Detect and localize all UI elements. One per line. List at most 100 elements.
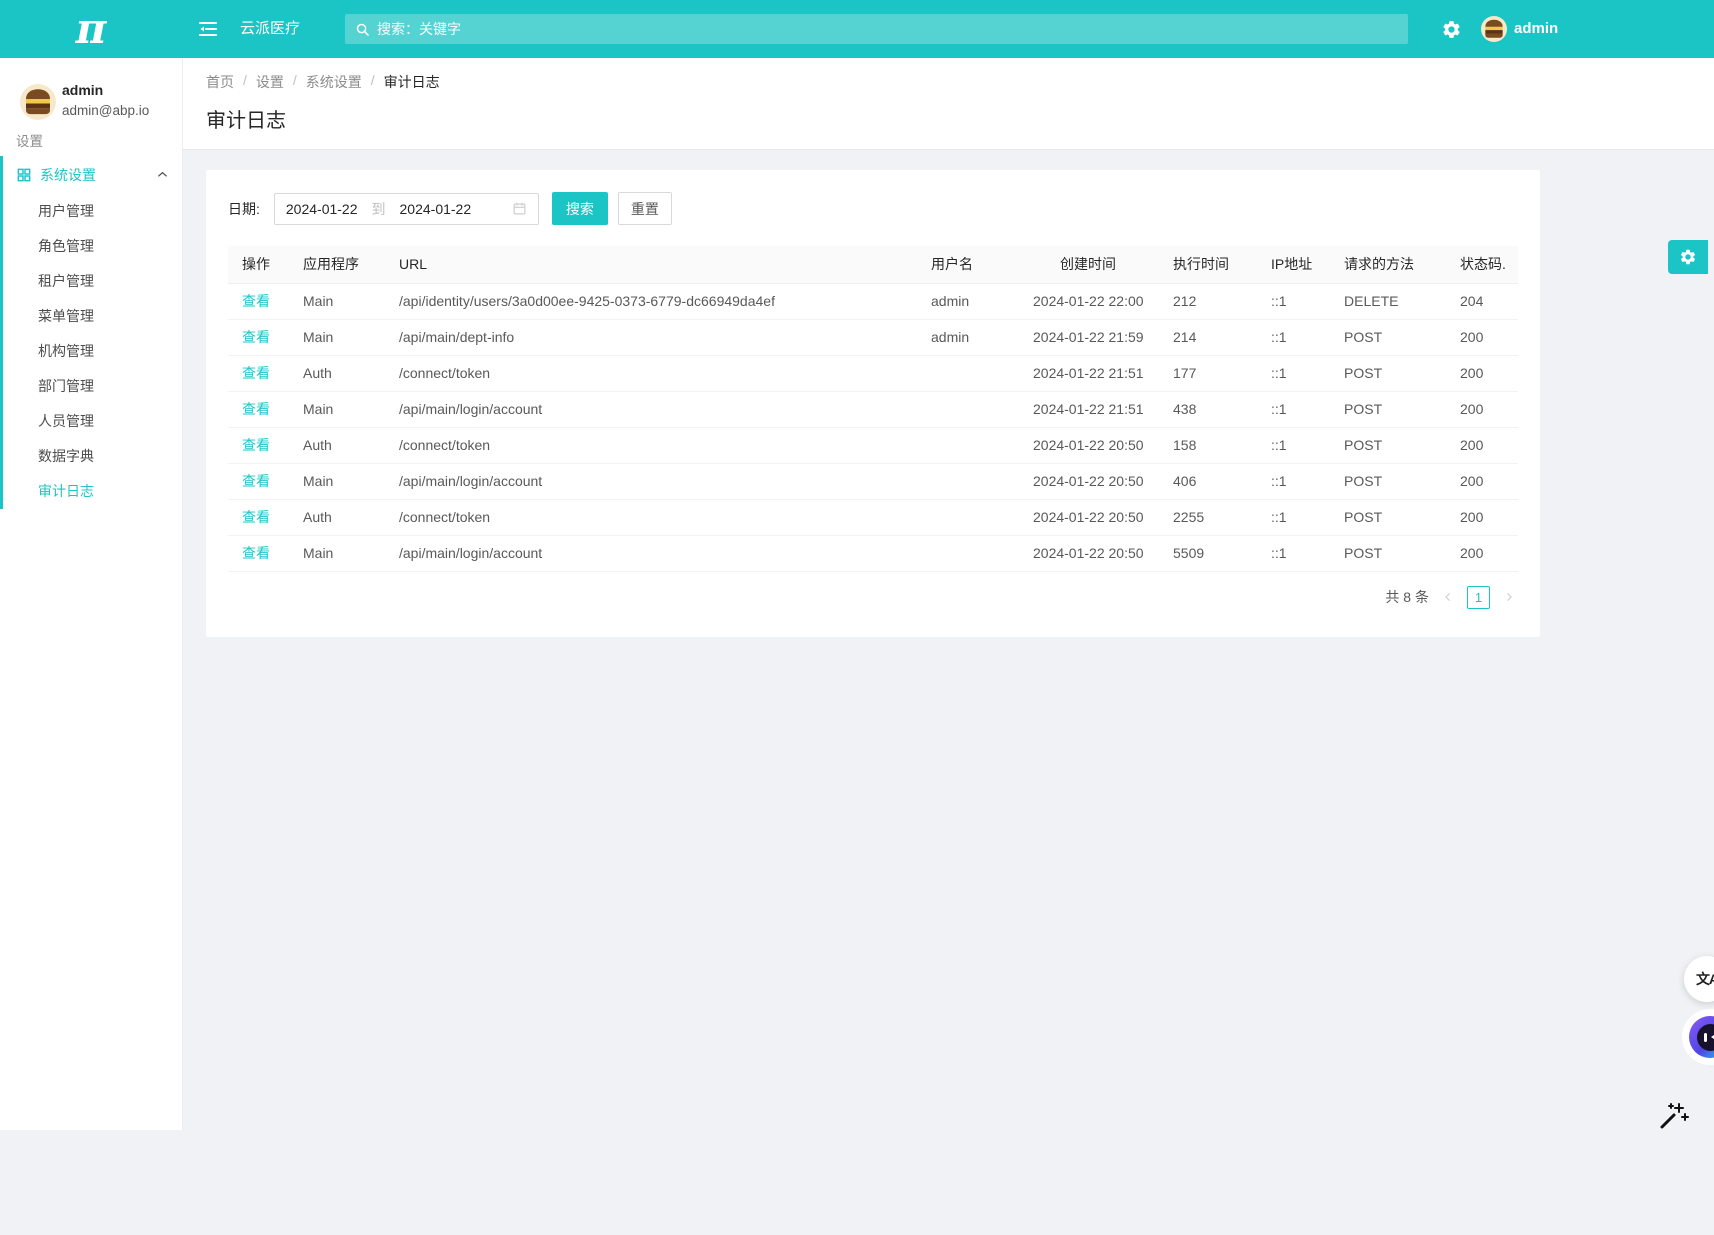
cell-url: /api/main/login/account bbox=[385, 463, 917, 499]
cell-ip: ::1 bbox=[1257, 463, 1330, 499]
view-link[interactable]: 查看 bbox=[228, 463, 289, 499]
cell-app: Auth bbox=[289, 355, 385, 391]
cell-url: /connect/token bbox=[385, 499, 917, 535]
page-number-1[interactable]: 1 bbox=[1467, 586, 1490, 609]
col-method: 请求的方法 bbox=[1330, 246, 1446, 283]
cell-user: admin bbox=[917, 319, 1019, 355]
cell-ip: ::1 bbox=[1257, 499, 1330, 535]
date-from-value[interactable]: 2024-01-22 bbox=[286, 201, 358, 217]
reset-button[interactable]: 重置 bbox=[618, 192, 672, 225]
search-button[interactable]: 搜索 bbox=[552, 192, 608, 225]
cell-method: POST bbox=[1330, 463, 1446, 499]
table-row: 查看 Main /api/main/login/account 2024-01-… bbox=[228, 535, 1518, 571]
sidebar-avatar[interactable] bbox=[20, 84, 56, 120]
breadcrumb-current: 审计日志 bbox=[384, 72, 440, 92]
view-link[interactable]: 查看 bbox=[228, 535, 289, 571]
date-to-label: 到 bbox=[372, 199, 386, 219]
sidebar-item-user-management[interactable]: 用户管理 bbox=[3, 194, 182, 229]
content-card: 日期: 2024-01-22 到 2024-01-22 搜索 重置 操作 应用程… bbox=[206, 170, 1540, 637]
breadcrumb: 首页 / 设置 / 系统设置 / 审计日志 bbox=[206, 72, 440, 92]
cell-created: 2024-01-22 21:59 bbox=[1019, 319, 1159, 355]
pagination: 共 8 条 1 bbox=[228, 586, 1518, 609]
date-range-picker[interactable]: 2024-01-22 到 2024-01-22 bbox=[274, 193, 539, 225]
cell-created: 2024-01-22 20:50 bbox=[1019, 499, 1159, 535]
breadcrumb-home[interactable]: 首页 bbox=[206, 72, 234, 92]
cell-url: /connect/token bbox=[385, 355, 917, 391]
table-row: 查看 Auth /connect/token 2024-01-22 20:50 … bbox=[228, 427, 1518, 463]
cell-app: Main bbox=[289, 391, 385, 427]
robot-icon bbox=[1697, 1024, 1714, 1051]
breadcrumb-separator: / bbox=[293, 72, 297, 92]
table-row: 查看 Main /api/main/login/account 2024-01-… bbox=[228, 391, 1518, 427]
view-link[interactable]: 查看 bbox=[228, 319, 289, 355]
app-root: π 云派医疗 admin bbox=[0, 0, 1714, 1235]
top-header: π 云派医疗 admin bbox=[0, 0, 1714, 58]
cell-user bbox=[917, 355, 1019, 391]
sidebar: admin admin@abp.io 设置 系统设置 用户管理 角色管理 租户管… bbox=[0, 58, 182, 1130]
cell-status: 200 bbox=[1446, 391, 1518, 427]
logo[interactable]: π bbox=[0, 0, 182, 58]
view-link[interactable]: 查看 bbox=[228, 391, 289, 427]
cell-elapsed: 5509 bbox=[1159, 535, 1257, 571]
table-row: 查看 Main /api/main/login/account 2024-01-… bbox=[228, 463, 1518, 499]
sidebar-item-audit-log[interactable]: 审计日志 bbox=[3, 474, 182, 509]
view-link[interactable]: 查看 bbox=[228, 499, 289, 535]
cell-url: /connect/token bbox=[385, 427, 917, 463]
cell-user bbox=[917, 499, 1019, 535]
title-strip: 首页 / 设置 / 系统设置 / 审计日志 审计日志 bbox=[182, 58, 1714, 150]
header-username[interactable]: admin bbox=[1514, 0, 1558, 58]
sidebar-item-menu-management[interactable]: 菜单管理 bbox=[3, 299, 182, 334]
cell-ip: ::1 bbox=[1257, 391, 1330, 427]
date-to-value[interactable]: 2024-01-22 bbox=[400, 201, 472, 217]
page-title: 审计日志 bbox=[206, 104, 286, 133]
settings-gear-icon[interactable] bbox=[1441, 19, 1462, 40]
translate-button[interactable]: 文A bbox=[1684, 956, 1714, 1002]
cell-app: Main bbox=[289, 319, 385, 355]
prev-page-icon[interactable] bbox=[1439, 586, 1457, 608]
sidebar-item-data-dictionary[interactable]: 数据字典 bbox=[3, 439, 182, 474]
breadcrumb-separator: / bbox=[243, 72, 247, 92]
magic-wand-button[interactable] bbox=[1657, 1100, 1689, 1132]
breadcrumb-system-settings[interactable]: 系统设置 bbox=[306, 72, 362, 92]
sidebar-item-role-management[interactable]: 角色管理 bbox=[3, 229, 182, 264]
cell-ip: ::1 bbox=[1257, 427, 1330, 463]
sidebar-user-email: admin@abp.io bbox=[62, 103, 149, 118]
table-row: 查看 Main /api/identity/users/3a0d00ee-942… bbox=[228, 283, 1518, 319]
col-created-time: 创建时间 bbox=[1019, 246, 1159, 283]
search-input[interactable] bbox=[377, 21, 1398, 37]
ai-assistant-button[interactable] bbox=[1689, 1016, 1714, 1058]
global-search[interactable] bbox=[345, 14, 1408, 44]
theme-settings-drawer-button[interactable] bbox=[1668, 240, 1708, 274]
next-page-icon[interactable] bbox=[1500, 586, 1518, 608]
cell-url: /api/main/login/account bbox=[385, 391, 917, 427]
col-status: 状态码. bbox=[1446, 246, 1518, 283]
sidebar-item-staff-management[interactable]: 人员管理 bbox=[3, 404, 182, 439]
cell-ip: ::1 bbox=[1257, 319, 1330, 355]
breadcrumb-settings[interactable]: 设置 bbox=[256, 72, 284, 92]
cell-status: 200 bbox=[1446, 319, 1518, 355]
sidebar-group-system-settings[interactable]: 系统设置 bbox=[3, 156, 182, 194]
cell-status: 200 bbox=[1446, 427, 1518, 463]
filter-bar: 日期: 2024-01-22 到 2024-01-22 搜索 重置 bbox=[228, 192, 1518, 225]
cell-user bbox=[917, 463, 1019, 499]
view-link[interactable]: 查看 bbox=[228, 355, 289, 391]
sidebar-item-dept-management[interactable]: 部门管理 bbox=[3, 369, 182, 404]
cell-status: 200 bbox=[1446, 463, 1518, 499]
view-link[interactable]: 查看 bbox=[228, 427, 289, 463]
col-username: 用户名 bbox=[917, 246, 1019, 283]
app-title: 云派医疗 bbox=[240, 0, 300, 58]
menu-fold-icon[interactable] bbox=[196, 17, 220, 41]
pagination-total: 共 8 条 bbox=[1385, 587, 1429, 607]
sidebar-section-label: 设置 bbox=[16, 130, 43, 150]
cell-method: POST bbox=[1330, 427, 1446, 463]
view-link[interactable]: 查看 bbox=[228, 283, 289, 319]
header-avatar[interactable] bbox=[1481, 16, 1507, 42]
cell-created: 2024-01-22 20:50 bbox=[1019, 535, 1159, 571]
cell-status: 200 bbox=[1446, 355, 1518, 391]
table-row: 查看 Auth /connect/token 2024-01-22 21:51 … bbox=[228, 355, 1518, 391]
sidebar-item-tenant-management[interactable]: 租户管理 bbox=[3, 264, 182, 299]
cell-user bbox=[917, 535, 1019, 571]
sidebar-item-org-management[interactable]: 机构管理 bbox=[3, 334, 182, 369]
sidebar-group-label: 系统设置 bbox=[40, 165, 96, 185]
date-filter-label: 日期: bbox=[228, 199, 260, 219]
